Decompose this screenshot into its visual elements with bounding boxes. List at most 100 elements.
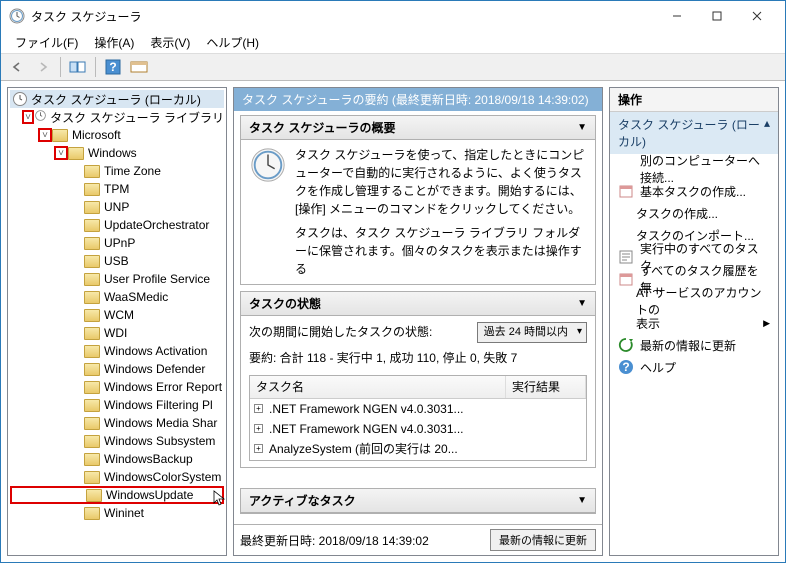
- task-name: .NET Framework NGEN v4.0.3031...: [269, 400, 464, 418]
- close-button[interactable]: [737, 2, 777, 30]
- task-list-header: タスク名 実行結果: [250, 376, 586, 399]
- tree-item[interactable]: Windows Media Shar: [10, 414, 224, 432]
- action-item[interactable]: 最新の情報に更新: [612, 334, 776, 356]
- svg-text:?: ?: [109, 60, 116, 74]
- col-taskname[interactable]: タスク名: [250, 376, 506, 398]
- action-item[interactable]: ? ヘルプ: [612, 356, 776, 378]
- menu-help[interactable]: ヘルプ(H): [198, 32, 267, 53]
- tree-item-label: WDI: [104, 326, 127, 340]
- expand-icon[interactable]: +: [254, 404, 263, 413]
- svg-text:?: ?: [622, 360, 629, 374]
- folder-icon: [84, 381, 100, 394]
- action-item[interactable]: AT サービスのアカウントの: [612, 290, 776, 312]
- clock-icon: [249, 146, 287, 184]
- task-row[interactable]: + .NET Framework NGEN v4.0.3031...: [250, 419, 586, 439]
- tree-item[interactable]: Windows Filtering Pl: [10, 396, 224, 414]
- maximize-button[interactable]: [697, 2, 737, 30]
- submenu-icon: ▶: [763, 318, 770, 329]
- tree-item[interactable]: WindowsBackup: [10, 450, 224, 468]
- toolbar: ?: [1, 53, 785, 81]
- action-label: 表示: [636, 315, 660, 332]
- summary-body: タスク スケジューラの概要 ▼ タスク スケジューラを使って、指定したときにコン…: [234, 111, 602, 524]
- tree-item-label: UPnP: [104, 236, 135, 250]
- tree-microsoft-label: Microsoft: [72, 128, 121, 142]
- folder-icon: [84, 183, 100, 196]
- folder-icon: [84, 165, 100, 178]
- tree-item[interactable]: User Profile Service: [10, 270, 224, 288]
- task-row[interactable]: +AnalyzeSystem (前回の実行は 20...: [250, 439, 586, 459]
- tree-item[interactable]: WaaSMedic: [10, 288, 224, 306]
- status-summary: 要約: 合計 118 - 実行中 1, 成功 110, 停止 0, 失敗 7: [249, 349, 587, 367]
- menu-view[interactable]: 表示(V): [142, 32, 198, 53]
- folder-icon: [84, 417, 100, 430]
- expand-icon[interactable]: +: [254, 444, 263, 453]
- task-list[interactable]: タスク名 実行結果 + .NET Framework NGEN v4.0.3031…: [249, 375, 587, 461]
- back-button[interactable]: [5, 56, 29, 78]
- task-row[interactable]: + .NET Framework NGEN v4.0.3031...: [250, 399, 586, 419]
- folder-icon: [84, 237, 100, 250]
- collapse-icon: ▴: [764, 116, 770, 150]
- footer-timestamp: 最終更新日時: 2018/09/18 14:39:02: [240, 532, 429, 549]
- action-label: 最新の情報に更新: [640, 337, 736, 354]
- task-row[interactable]: +appuriverifierdaily (前回の実行は: [250, 459, 586, 461]
- tree-item-label: Windows Defender: [104, 362, 205, 376]
- tree-item[interactable]: Windows Activation: [10, 342, 224, 360]
- task-name: .NET Framework NGEN v4.0.3031...: [269, 420, 464, 438]
- tree-microsoft[interactable]: ˅ Microsoft: [10, 126, 224, 144]
- tree-item[interactable]: WCM: [10, 306, 224, 324]
- active-tasks-section: アクティブなタスク ▼: [240, 488, 596, 514]
- tree-item-label: User Profile Service: [104, 272, 210, 286]
- tree-view[interactable]: タスク スケジューラ (ローカル) ˅ タスク スケジューラ ライブラリ ˅ M…: [8, 88, 226, 555]
- tree-item-label: Windows Filtering Pl: [104, 398, 213, 412]
- help-button[interactable]: ?: [101, 56, 125, 78]
- tree-item[interactable]: WDI: [10, 324, 224, 342]
- panel-toggle-button[interactable]: [66, 56, 90, 78]
- tree-item[interactable]: TPM: [10, 180, 224, 198]
- tree-item[interactable]: Windows Defender: [10, 360, 224, 378]
- tree-item[interactable]: WindowsUpdate: [10, 486, 224, 504]
- action-item[interactable]: 別のコンピューターへ接続...: [612, 158, 776, 180]
- tree-item[interactable]: UpdateOrchestrator: [10, 216, 224, 234]
- actions-scope: タスク スケジューラ (ローカル): [618, 116, 764, 150]
- tree-item[interactable]: Windows Error Report: [10, 378, 224, 396]
- tree-windows[interactable]: ˅ Windows: [10, 144, 224, 162]
- action-icon: [618, 249, 634, 265]
- menu-action[interactable]: 操作(A): [86, 32, 142, 53]
- titlebar: タスク スケジューラ: [1, 1, 785, 31]
- folder-icon: [86, 489, 102, 502]
- expand-icon[interactable]: +: [254, 424, 263, 433]
- tree-item[interactable]: Time Zone: [10, 162, 224, 180]
- forward-button[interactable]: [31, 56, 55, 78]
- menubar: ファイル(F) 操作(A) 表示(V) ヘルプ(H): [1, 31, 785, 53]
- overview-header[interactable]: タスク スケジューラの概要 ▼: [241, 116, 595, 140]
- action-label: ヘルプ: [640, 359, 676, 376]
- tree-item[interactable]: Wininet: [10, 504, 224, 522]
- window-title: タスク スケジューラ: [31, 8, 657, 25]
- tree-item-label: Time Zone: [104, 164, 161, 178]
- status-header[interactable]: タスクの状態 ▼: [241, 292, 595, 316]
- collapse-icon: ▼: [577, 495, 587, 506]
- active-tasks-header[interactable]: アクティブなタスク ▼: [241, 489, 595, 513]
- menu-file[interactable]: ファイル(F): [7, 32, 86, 53]
- expand-windows-icon[interactable]: ˅: [54, 146, 68, 160]
- status-period-dropdown[interactable]: 過去 24 時間以内: [477, 322, 587, 343]
- tree-item[interactable]: WindowsColorSystem: [10, 468, 224, 486]
- minimize-button[interactable]: [657, 2, 697, 30]
- folder-icon: [84, 435, 100, 448]
- tree-item[interactable]: USB: [10, 252, 224, 270]
- tree-root[interactable]: タスク スケジューラ (ローカル): [10, 90, 224, 108]
- action-item[interactable]: タスクの作成...: [612, 202, 776, 224]
- properties-button[interactable]: [127, 56, 151, 78]
- tree-item-label: TPM: [104, 182, 129, 196]
- tree-item[interactable]: UPnP: [10, 234, 224, 252]
- expand-microsoft-icon[interactable]: ˅: [38, 128, 52, 142]
- actions-subheader[interactable]: タスク スケジューラ (ローカル) ▴: [610, 112, 778, 154]
- tree-item[interactable]: Windows Subsystem: [10, 432, 224, 450]
- col-result[interactable]: 実行結果: [506, 376, 586, 398]
- app-icon: [9, 8, 25, 24]
- refresh-button[interactable]: 最新の情報に更新: [490, 529, 596, 551]
- expand-library-icon[interactable]: ˅: [22, 110, 34, 124]
- overview-text: タスク スケジューラを使って、指定したときにコンピューターで自動的に実行されるよ…: [295, 146, 587, 218]
- tree-item[interactable]: UNP: [10, 198, 224, 216]
- tree-library[interactable]: ˅ タスク スケジューラ ライブラリ: [10, 108, 224, 126]
